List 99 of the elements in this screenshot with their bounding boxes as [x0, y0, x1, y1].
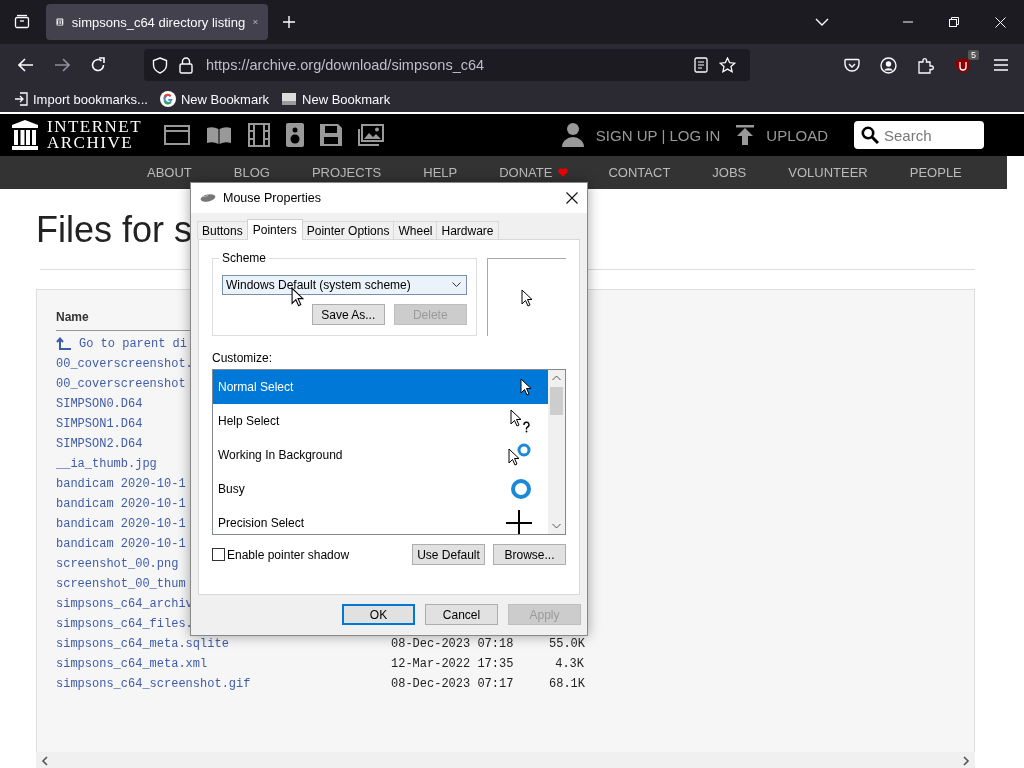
- column-header[interactable]: Name: [56, 310, 89, 324]
- crosshair-cursor-icon: [506, 510, 532, 534]
- lock-icon[interactable]: [179, 56, 193, 74]
- star-icon[interactable]: [719, 57, 736, 73]
- pointer-list-item[interactable]: Normal Select: [213, 370, 548, 404]
- pointer-button[interactable]: Browse...: [493, 544, 566, 565]
- size-cell: 55.0K: [549, 637, 584, 651]
- date-cell-text: 12-Mar-2022 17:35: [391, 657, 515, 671]
- tab[interactable]: Hardware: [436, 221, 499, 239]
- g-circle-icon: [159, 91, 176, 107]
- reader-view-icon[interactable]: [694, 57, 708, 73]
- nav-link[interactable]: CONTACT: [608, 165, 671, 180]
- size-cell: 68.1K: [549, 677, 584, 691]
- nav-link[interactable]: PEOPLE: [909, 165, 962, 180]
- pointer-list-item[interactable]: Help Select: [213, 404, 548, 438]
- arrow-cursor-icon: [520, 288, 533, 307]
- nav-link[interactable]: ABOUT: [147, 165, 192, 180]
- group-label: Scheme: [219, 251, 270, 265]
- menu-icon[interactable]: [994, 59, 1008, 71]
- tab[interactable]: Pointer Options: [301, 221, 395, 239]
- search-icon: [861, 126, 879, 144]
- account-icon[interactable]: [880, 56, 897, 74]
- count-badge: 5: [968, 50, 979, 60]
- checkbox[interactable]: [212, 548, 225, 561]
- site-logo[interactable]: INTERNET ARCHIVE: [12, 119, 143, 151]
- tab-title: simpsons_c64 directory listing: [71, 14, 246, 30]
- nav-link[interactable]: DONATE: [499, 165, 553, 180]
- logo-text: INTERNET: [47, 119, 143, 135]
- file-link[interactable]: simpsons_c64_meta.sqlite: [56, 637, 391, 651]
- pointer-list-item[interactable]: Busy: [213, 472, 548, 506]
- working-cursor-icon: [508, 443, 532, 467]
- upload-icon[interactable]: [736, 125, 755, 145]
- date-cell-text: 08-Dec-2023 07:17: [391, 677, 515, 691]
- mouse-pointer-icon: [291, 287, 304, 307]
- speaker-icon[interactable]: [286, 123, 305, 147]
- file-link[interactable]: simpsons_c64_screenshot.gif: [56, 677, 391, 691]
- book-icon[interactable]: [206, 125, 233, 145]
- page-heading: Files for s: [36, 208, 193, 252]
- up-arrow-icon: [56, 337, 72, 351]
- arrow-cursor-icon: [520, 378, 532, 396]
- customize-label: Customize:: [212, 351, 274, 365]
- pointer-list-item[interactable]: Working In Background: [213, 438, 548, 472]
- scroll-left-icon[interactable]: [41, 756, 49, 766]
- file-link[interactable]: Go to parent di: [56, 337, 391, 351]
- temple-icon: [12, 120, 38, 150]
- page-icon: [281, 92, 297, 106]
- shield-icon[interactable]: [152, 56, 168, 74]
- nav-link[interactable]: BLOG: [233, 165, 270, 180]
- window-title: Mouse Properties: [223, 191, 321, 205]
- sign-up-log-in-link[interactable]: SIGN UP | LOG IN: [595, 126, 721, 144]
- chevron-down-icon: [451, 282, 461, 288]
- nav-link[interactable]: JOBS: [712, 165, 747, 180]
- scroll-thumb[interactable]: [550, 387, 563, 415]
- scroll-right-icon[interactable]: [962, 756, 970, 766]
- back-icon[interactable]: [18, 58, 34, 72]
- close-icon[interactable]: [566, 192, 578, 204]
- chevron-down-icon[interactable]: [815, 18, 829, 26]
- window-icon[interactable]: [164, 125, 191, 145]
- dialog-button[interactable]: OK: [342, 604, 415, 625]
- reload-icon[interactable]: [90, 57, 106, 73]
- film-icon[interactable]: [248, 123, 271, 147]
- import-icon: [14, 92, 28, 106]
- search-box[interactable]: Search: [854, 121, 984, 149]
- tab[interactable]: Buttons: [197, 221, 248, 239]
- puzzle-icon[interactable]: [917, 56, 934, 74]
- file-link[interactable]: simpsons_c64_meta.xml: [56, 657, 391, 671]
- bookmark[interactable]: New Bookmark: [159, 91, 269, 107]
- person-icon[interactable]: [561, 123, 584, 147]
- nav-link[interactable]: PROJECTS: [311, 165, 382, 180]
- bookmark[interactable]: Import bookmarks...: [14, 91, 148, 107]
- busy-cursor-icon: [510, 478, 532, 500]
- pointer-button[interactable]: Use Default: [412, 544, 485, 565]
- pointer-list-item[interactable]: Precision Select: [213, 506, 548, 534]
- vertical-scrollbar[interactable]: [548, 370, 565, 534]
- size-cell-text: 4.3K: [554, 657, 584, 671]
- checkbox-label: Enable pointer shadow: [227, 547, 350, 562]
- forward-icon[interactable]: [54, 58, 70, 72]
- restore-icon[interactable]: [949, 17, 959, 27]
- help-cursor-icon: [510, 409, 532, 433]
- nav-link[interactable]: HELP: [423, 165, 458, 180]
- address-bar[interactable]: https://archive.org/download/simpsons_c64: [144, 49, 750, 81]
- tab-list-icon[interactable]: [14, 14, 30, 30]
- mouse-icon: [200, 193, 216, 203]
- scheme-button[interactable]: Save As...: [311, 304, 385, 325]
- tab[interactable]: Pointers: [246, 219, 303, 240]
- upload-link[interactable]: UPLOAD: [766, 126, 828, 144]
- image-icon[interactable]: [358, 124, 385, 146]
- nav-link[interactable]: VOLUNTEER: [788, 165, 868, 180]
- horizontal-scrollbar[interactable]: [36, 752, 975, 768]
- url-text: https://archive.org/download/simpsons_c64: [206, 57, 485, 73]
- bookmark[interactable]: New Bookmark: [281, 91, 391, 107]
- dialog-button[interactable]: Cancel: [425, 604, 498, 625]
- date-cell-text: 08-Dec-2023 07:18: [391, 637, 515, 651]
- shield-extension-icon[interactable]: [954, 56, 972, 74]
- pocket-icon[interactable]: [844, 57, 860, 73]
- browser-tab[interactable]: simpsons_c64 directory listing: [46, 4, 268, 40]
- plus-icon[interactable]: [282, 15, 296, 29]
- logo-text: ARCHIVE: [47, 135, 135, 151]
- scheme-dropdown[interactable]: Windows Default (system scheme): [222, 275, 467, 295]
